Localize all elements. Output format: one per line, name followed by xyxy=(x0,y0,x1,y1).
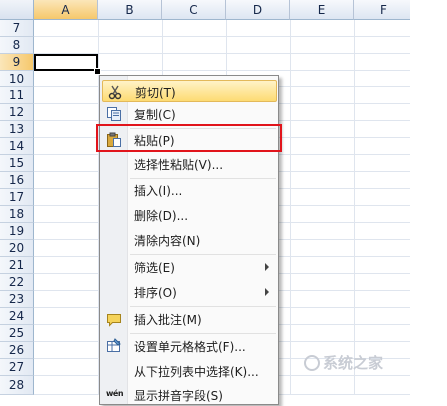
row-header-28[interactable]: 28 xyxy=(0,376,34,395)
row-header-10[interactable]: 10 xyxy=(0,71,34,87)
menu-item-label: 清除内容(N) xyxy=(134,234,201,248)
menu-item-label: 插入(I)... xyxy=(134,184,183,198)
menu-item-sort[interactable]: 排序(O) xyxy=(102,281,277,303)
row-header-13[interactable]: 13 xyxy=(0,121,34,138)
menu-item-show-phonetic[interactable]: wén 显示拼音字段(S) xyxy=(102,384,277,406)
row-header-18[interactable]: 18 xyxy=(0,206,34,223)
row-header-22[interactable]: 22 xyxy=(0,274,34,291)
row-header-21[interactable]: 21 xyxy=(0,257,34,274)
row-header-24[interactable]: 24 xyxy=(0,308,34,325)
format-cells-icon xyxy=(106,338,122,354)
menu-item-clear-contents[interactable]: 清除内容(N) xyxy=(102,229,277,251)
fill-handle[interactable] xyxy=(94,68,101,75)
column-header-f[interactable]: F xyxy=(354,0,410,20)
select-all-corner[interactable] xyxy=(0,0,34,20)
menu-item-paste-special[interactable]: 选择性粘贴(V)... xyxy=(102,153,277,175)
menu-item-label: 插入批注(M) xyxy=(134,313,202,327)
watermark-logo-icon xyxy=(304,355,320,371)
column-header-b[interactable]: B xyxy=(98,0,162,20)
row-header-23[interactable]: 23 xyxy=(0,291,34,308)
menu-item-delete[interactable]: 删除(D)... xyxy=(102,204,277,226)
row-header-15[interactable]: 15 xyxy=(0,155,34,172)
copy-icon xyxy=(106,106,122,122)
menu-item-label: 选择性粘贴(V)... xyxy=(134,158,224,172)
phonetic-icon: wén xyxy=(106,389,124,398)
row-header-17[interactable]: 17 xyxy=(0,189,34,206)
menu-item-label: 剪切(T) xyxy=(135,86,176,100)
row-header-20[interactable]: 20 xyxy=(0,240,34,257)
active-cell-a9[interactable] xyxy=(34,54,98,71)
menu-item-pick-from-list[interactable]: 从下拉列表中选择(K)... xyxy=(102,360,277,382)
row-header-7[interactable]: 7 xyxy=(0,20,34,37)
row-header-27[interactable]: 27 xyxy=(0,359,34,376)
column-header-a[interactable]: A xyxy=(34,0,98,20)
menu-item-label: 筛选(E) xyxy=(134,261,175,275)
row-header-19[interactable]: 19 xyxy=(0,223,34,240)
column-header-d[interactable]: D xyxy=(226,0,290,20)
submenu-arrow-icon xyxy=(265,263,269,271)
row-header-14[interactable]: 14 xyxy=(0,138,34,155)
menu-item-format-cells[interactable]: 设置单元格格式(F)... xyxy=(102,335,277,357)
annotation-highlight-box xyxy=(96,124,282,152)
row-header-12[interactable]: 12 xyxy=(0,104,34,121)
menu-item-label: 设置单元格格式(F)... xyxy=(134,340,246,354)
watermark: 系统之家 xyxy=(304,352,383,373)
comment-icon xyxy=(106,311,122,327)
submenu-arrow-icon xyxy=(265,288,269,296)
menu-item-insert-comment[interactable]: 插入批注(M) xyxy=(102,308,277,330)
row-header-25[interactable]: 25 xyxy=(0,325,34,342)
menu-item-label: 从下拉列表中选择(K)... xyxy=(134,365,259,379)
menu-item-insert[interactable]: 插入(I)... xyxy=(102,179,277,201)
row-header-8[interactable]: 8 xyxy=(0,37,34,54)
row-header-26[interactable]: 26 xyxy=(0,342,34,359)
row-header-9[interactable]: 9 xyxy=(0,54,34,71)
column-header-e[interactable]: E xyxy=(290,0,354,20)
row-header-11[interactable]: 11 xyxy=(0,87,34,104)
menu-item-label: 显示拼音字段(S) xyxy=(134,389,223,403)
menu-item-label: 排序(O) xyxy=(134,286,177,300)
row-header-16[interactable]: 16 xyxy=(0,172,34,189)
menu-item-cut[interactable]: 剪切(T) xyxy=(102,80,277,102)
menu-item-copy[interactable]: 复制(C) xyxy=(102,103,277,125)
menu-item-label: 删除(D)... xyxy=(134,209,189,223)
scissors-icon xyxy=(107,84,123,100)
column-header-c[interactable]: C xyxy=(162,0,226,20)
menu-item-filter[interactable]: 筛选(E) xyxy=(102,256,277,278)
menu-item-label: 复制(C) xyxy=(134,108,176,122)
